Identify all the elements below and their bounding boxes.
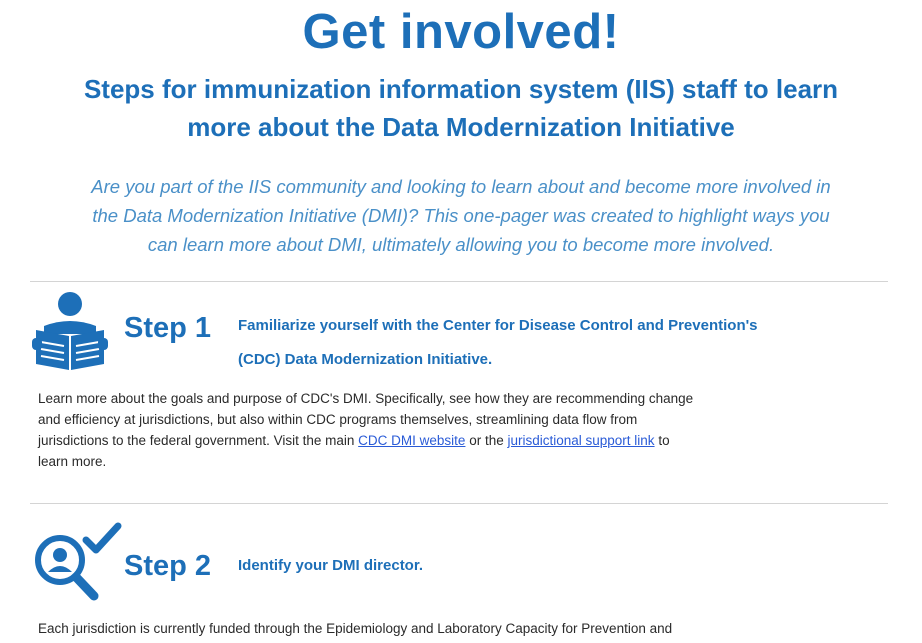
step-heading-line: Identify your DMI director.	[238, 557, 424, 574]
body-text-span: or the	[465, 433, 508, 448]
intro-paragraph: Are you part of the IIS community and lo…	[40, 172, 882, 259]
section-divider	[30, 281, 888, 282]
body-line: Each jurisdiction is currently funded th…	[38, 621, 673, 636]
body-line: jurisdictions to the federal government.…	[38, 430, 898, 451]
page-title: Get involved!	[302, 5, 620, 59]
body-line: Learn more about the goals and purpose o…	[38, 391, 694, 406]
body-line: learn more.	[38, 454, 107, 469]
step-2-heading: Identify your DMI director.	[238, 549, 423, 583]
body-text-span: to	[654, 433, 670, 448]
page-subtitle: Steps for immunization information syste…	[20, 70, 902, 146]
body-text-span: jurisdictions to the federal government.…	[38, 433, 359, 448]
step-1-heading: Familiarize yourself with the Center for…	[238, 309, 758, 377]
step-1-label: Step 1	[124, 312, 212, 344]
section-divider	[30, 503, 888, 504]
subtitle-line: Steps for immunization information syste…	[83, 74, 839, 104]
jurisdictional-support-link[interactable]: jurisdictional support link	[507, 433, 654, 448]
step-heading-line: (CDC) Data Modernization Initiative.	[238, 351, 493, 368]
step-2-body: Each jurisdiction is currently funded th…	[38, 618, 898, 639]
step-heading-line: Familiarize yourself with the Center for…	[238, 317, 758, 334]
cdc-dmi-website-link[interactable]: CDC DMI website	[358, 433, 465, 448]
intro-line: Are you part of the IIS community and lo…	[91, 176, 831, 197]
step-1-body: Learn more about the goals and purpose o…	[38, 388, 898, 472]
step-2-label: Step 2	[124, 550, 212, 582]
intro-line: the Data Modernization Initiative (DMI)?…	[92, 205, 830, 226]
intro-line: can learn more about DMI, ultimately all…	[147, 234, 775, 255]
body-line: and efficiency at jurisdictions, but als…	[38, 412, 638, 427]
person-search-check-icon	[28, 520, 124, 602]
reader-book-icon	[30, 290, 110, 370]
subtitle-line: more about the Data Modernization Initia…	[187, 112, 735, 142]
